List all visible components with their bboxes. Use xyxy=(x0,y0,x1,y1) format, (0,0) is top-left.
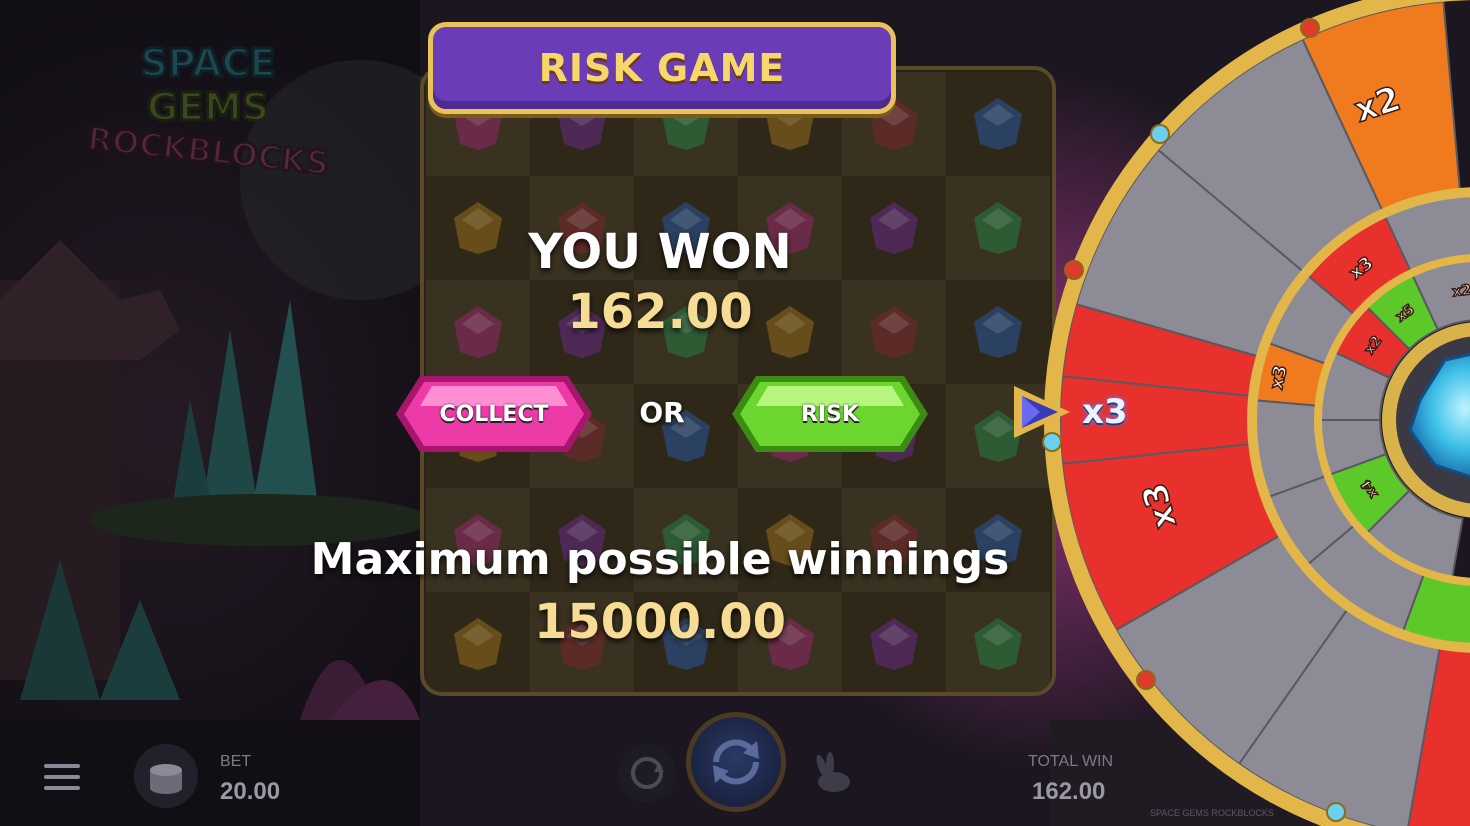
collect-label: COLLECT xyxy=(439,401,549,427)
total-win-value: 162.00 xyxy=(1032,778,1106,805)
won-amount: 162.00 xyxy=(567,284,753,340)
dim-overlay xyxy=(0,0,420,826)
footer-game-name: SPACE GEMS ROCKBLOCKS xyxy=(1150,808,1274,818)
spin-icon xyxy=(713,739,759,785)
reel-cell xyxy=(842,176,946,280)
turbo-button[interactable] xyxy=(806,748,860,802)
gem-symbol-icon xyxy=(870,306,918,358)
risk-label: RISK xyxy=(800,401,860,427)
bet-value: 20.00 xyxy=(220,778,281,805)
reel-cell xyxy=(946,592,1050,692)
collect-button[interactable]: COLLECT xyxy=(392,372,596,456)
total-win-label: TOTAL WIN xyxy=(1028,753,1114,770)
bet-label: BET xyxy=(220,753,252,770)
gem-symbol-icon xyxy=(974,618,1022,670)
gem-symbol-icon xyxy=(974,202,1022,254)
bet-coins-button[interactable] xyxy=(134,744,198,808)
reel-cell xyxy=(946,72,1050,176)
current-multiplier: x3 xyxy=(1082,392,1128,432)
you-won-label: YOU WON xyxy=(528,224,792,280)
autoplay-icon xyxy=(631,757,664,789)
max-winnings-amount: 15000.00 xyxy=(533,594,787,650)
reel-cell xyxy=(946,176,1050,280)
game-screen: SPACE GEMS ROCKBLOCKS x2 x3 x3 x3 x5 x2 x2 x4 x… xyxy=(0,0,1470,826)
gem-symbol-icon xyxy=(974,98,1022,150)
gem-symbol-icon xyxy=(870,618,918,670)
risk-game-banner: RISK GAME xyxy=(428,22,896,114)
pointer-gem-icon xyxy=(1014,386,1070,438)
reel-cell xyxy=(842,280,946,384)
reel-cell xyxy=(842,592,946,692)
gem-symbol-icon xyxy=(974,306,1022,358)
spin-button[interactable] xyxy=(686,712,786,812)
turbo-rabbit-icon xyxy=(816,752,850,792)
risk-button[interactable]: RISK xyxy=(728,372,932,456)
menu-icon[interactable] xyxy=(44,764,80,792)
or-label: OR xyxy=(639,396,685,429)
max-winnings-label: Maximum possible winnings xyxy=(310,534,1010,585)
gem-symbol-icon xyxy=(870,202,918,254)
risk-game-title: RISK GAME xyxy=(538,46,786,90)
autoplay-button[interactable] xyxy=(618,744,676,802)
coins-icon xyxy=(150,764,182,794)
reel-cell xyxy=(946,280,1050,384)
